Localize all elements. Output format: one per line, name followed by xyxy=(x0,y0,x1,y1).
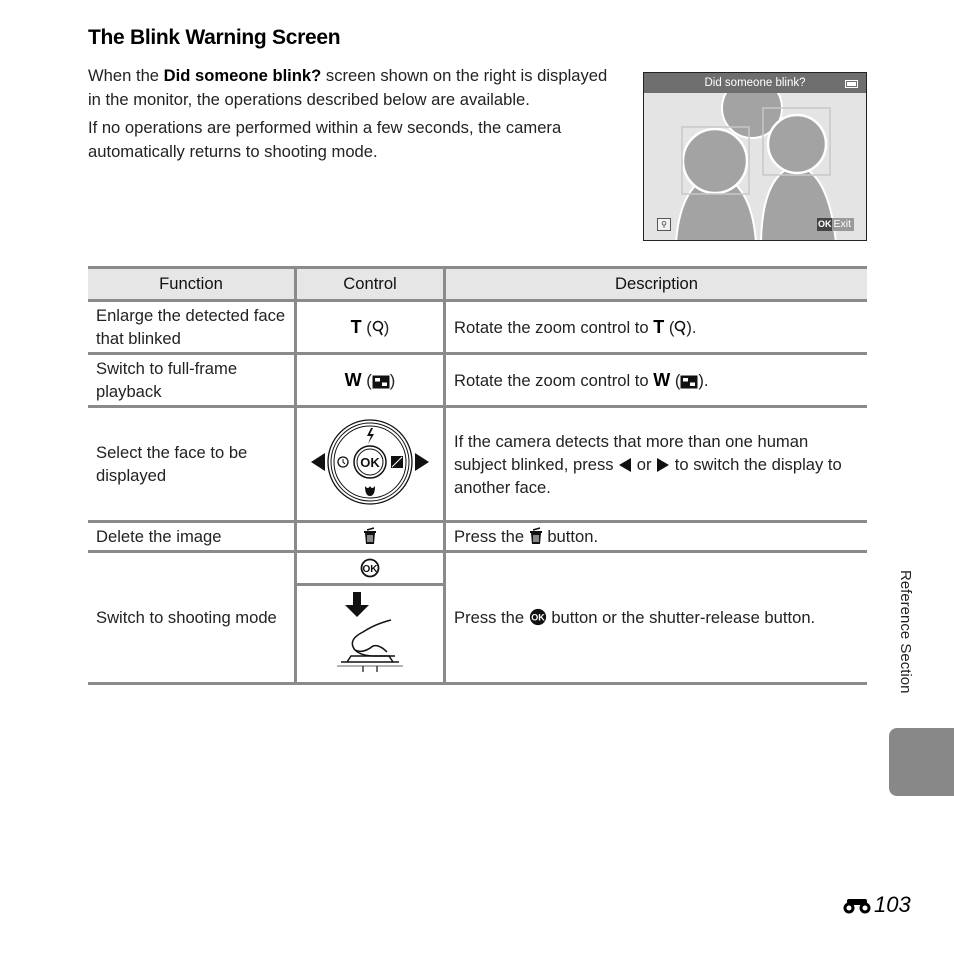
table-header-row: Function Control Description xyxy=(88,266,867,302)
table-row: Enlarge the detected face that blinked T… xyxy=(88,299,867,355)
header-control: Control xyxy=(294,266,446,302)
shutter-control xyxy=(297,586,443,682)
description-cell: Press the OK button or the shutter-relea… xyxy=(444,550,867,685)
description-cell: Rotate the zoom control to W (). xyxy=(444,352,867,408)
control-cell: OK xyxy=(294,405,446,523)
multi-selector-icon: OK xyxy=(311,418,429,505)
table-row: Delete the image Press the button. xyxy=(88,520,867,553)
control-cell: W () xyxy=(294,352,446,408)
description-cell: Rotate the zoom control to T (). xyxy=(444,299,867,355)
svg-text:OK: OK xyxy=(531,612,545,622)
intro-paragraph-2: If no operations are performed within a … xyxy=(88,118,562,161)
monitor-header: Did someone blink? xyxy=(644,73,866,93)
shutter-release-icon xyxy=(337,592,403,672)
control-cell: OK xyxy=(294,550,446,685)
ok-icon: OK xyxy=(816,218,833,231)
description-cell: If the camera detects that more than one… xyxy=(444,405,867,523)
magnify-icon xyxy=(372,320,384,335)
ok-label: OK xyxy=(360,455,380,470)
header-description: Description xyxy=(444,266,867,302)
ok-control: OK xyxy=(297,553,443,586)
left-arrow-icon xyxy=(619,457,632,472)
magnify-icon xyxy=(675,320,686,335)
binoculars-icon xyxy=(843,899,871,914)
svg-text:OK: OK xyxy=(363,564,379,575)
intro-paragraph-1: When the Did someone blink? screen shown… xyxy=(88,66,608,109)
exit-indicator: OK Exit xyxy=(816,218,854,231)
control-cell: T () xyxy=(294,299,446,355)
function-cell: Switch to shooting mode xyxy=(88,550,296,685)
trash-icon xyxy=(529,526,542,544)
battery-icon xyxy=(845,80,858,88)
control-cell xyxy=(294,520,446,553)
right-arrow-icon xyxy=(415,452,429,471)
page-number: 103 xyxy=(842,892,911,918)
function-cell: Delete the image xyxy=(88,520,296,553)
flash-icon xyxy=(367,427,374,444)
table-row: Switch to full-frame playback W () Rotat… xyxy=(88,352,867,408)
ok-button-icon: OK xyxy=(529,608,546,625)
thumbnail-grid-icon xyxy=(680,375,698,388)
operations-table: Function Control Description Enlarge the… xyxy=(88,266,867,685)
monitor-illustration: Did someone blink? ⚲ OK Exit xyxy=(643,72,867,241)
section-side-label: Reference Section xyxy=(897,570,914,694)
function-cell: Select the face to be displayed xyxy=(88,405,296,523)
right-arrow-icon xyxy=(657,457,670,472)
tele-letter: T xyxy=(350,316,362,337)
thumbnail-grid-icon xyxy=(372,375,390,388)
trash-icon xyxy=(364,526,376,544)
ok-button-icon: OK xyxy=(360,558,380,578)
description-cell: Press the button. xyxy=(444,520,867,553)
header-function: Function xyxy=(88,266,296,302)
section-tab[interactable] xyxy=(889,728,954,796)
page-title: The Blink Warning Screen xyxy=(88,26,341,49)
macro-icon xyxy=(365,485,375,496)
table-row: Select the face to be displayed OK If th xyxy=(88,405,867,523)
intro-text: When the Did someone blink? screen shown… xyxy=(88,64,613,168)
magnify-icon: ⚲ xyxy=(657,218,671,231)
wide-letter: W xyxy=(344,369,362,390)
function-cell: Switch to full-frame playback xyxy=(88,352,296,408)
left-arrow-icon xyxy=(311,452,325,471)
screen-name: Did someone blink? xyxy=(163,66,322,85)
function-cell: Enlarge the detected face that blinked xyxy=(88,299,296,355)
table-row: Switch to shooting mode OK Press the OK … xyxy=(88,550,867,685)
